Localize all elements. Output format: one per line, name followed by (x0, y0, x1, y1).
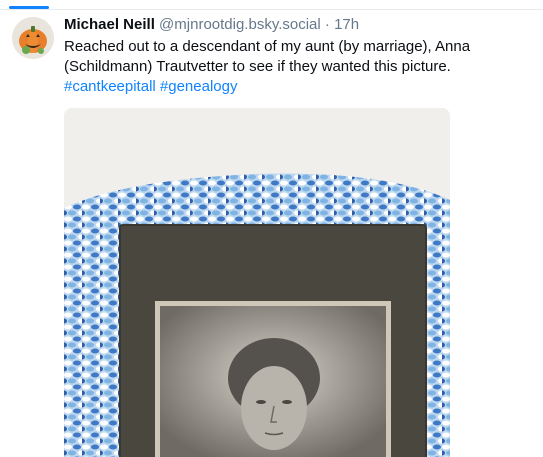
post-content: Michael Neill @mjnrootdig.bsky.social · … (64, 15, 534, 97)
meta-separator: · (324, 16, 330, 33)
post-timestamp[interactable]: 17h (334, 16, 359, 33)
post-text-line: (Schildmann) Trautvetter to see if they … (64, 58, 451, 75)
author-name[interactable]: Michael Neill (64, 16, 155, 33)
author-avatar[interactable] (12, 17, 54, 59)
active-tab-indicator (9, 6, 49, 9)
feed-post[interactable]: Michael Neill @mjnrootdig.bsky.social · … (0, 10, 543, 457)
post-image[interactable] (64, 108, 450, 457)
pumpkin-avatar-icon (12, 17, 54, 59)
feed-tab-bar (0, 0, 543, 10)
post-meta: Michael Neill @mjnrootdig.bsky.social · … (64, 15, 534, 35)
author-handle[interactable]: @mjnrootdig.bsky.social (159, 16, 321, 33)
post-text-line: Reached out to a descendant of my aunt (… (64, 38, 471, 55)
photo-portrait-image (64, 108, 450, 457)
hashtag-link[interactable]: #genealogy (160, 78, 238, 95)
hashtag-link[interactable]: #cantkeepitall (64, 78, 156, 95)
post-text: Reached out to a descendant of my aunt (… (64, 37, 534, 77)
post-hashtags: #cantkeepitall #genealogy (64, 77, 534, 97)
